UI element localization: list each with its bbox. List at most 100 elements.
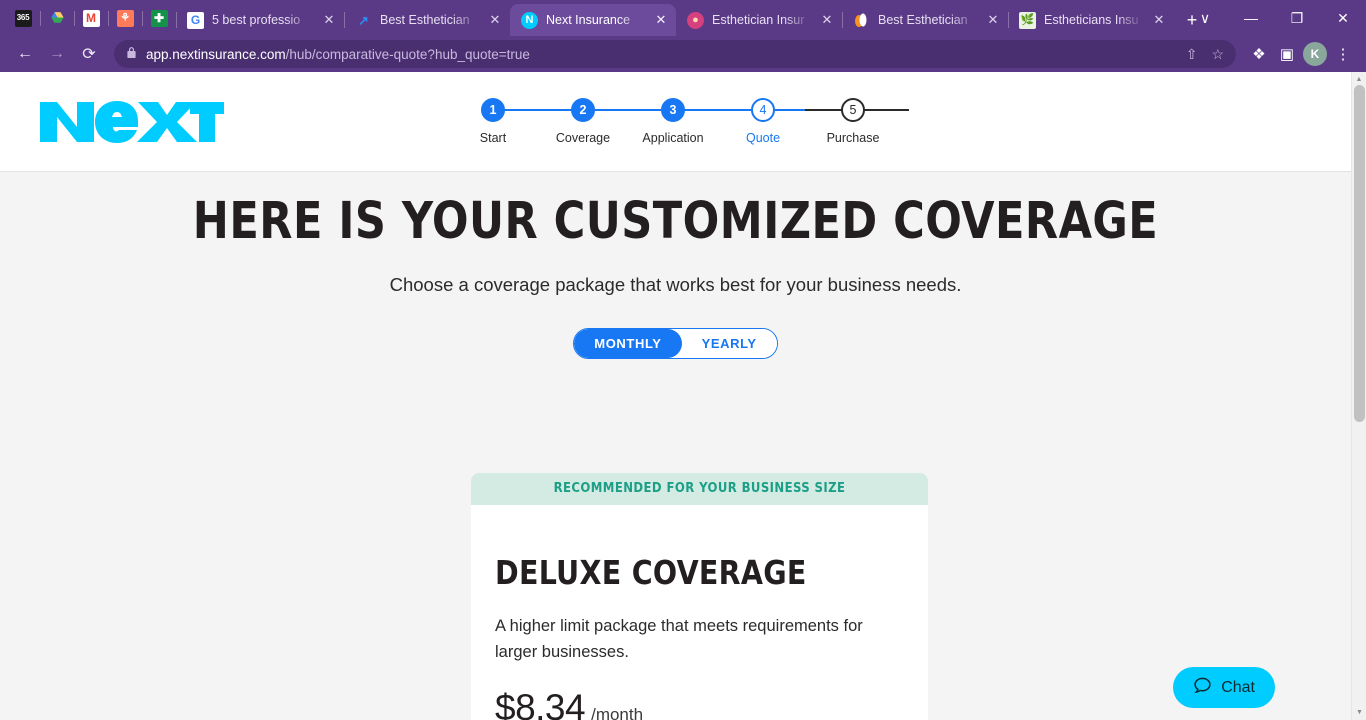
forward-button[interactable]: → — [42, 39, 72, 69]
browser-toolbar: ← → ⟳ app.nextinsurance.com/hub/comparat… — [0, 36, 1366, 72]
tab-title: Esthetician Insur — [712, 13, 805, 27]
hero-section: Here is your customized coverage Choose … — [0, 172, 1351, 296]
tab-best-esthetician-2[interactable]: Best Esthetician ✕ — [842, 4, 1008, 36]
google-drive-icon — [49, 10, 66, 27]
tab-esthetician-insurance[interactable]: ● Esthetician Insur ✕ — [676, 4, 842, 36]
pinned-tab-green-app[interactable]: ✚ — [142, 3, 176, 33]
billing-period-toggle[interactable]: MONTHLY YEARLY — [573, 328, 778, 360]
plan-card-body: Deluxe Coverage A higher limit package t… — [471, 505, 928, 720]
progress-stepper: 1 Start 2 Coverage 3 Application 4 Quote… — [448, 98, 909, 145]
profile-avatar[interactable]: K — [1302, 41, 1328, 67]
tab-search-icon[interactable]: ∨ — [1182, 0, 1228, 36]
page-scrollbar[interactable]: ▲ ▼ — [1351, 72, 1366, 720]
next-icon: N — [521, 11, 538, 29]
minimize-button[interactable]: — — [1228, 0, 1274, 36]
green-app-icon: ✚ — [150, 9, 168, 27]
tab-title: 5 best professio — [212, 13, 301, 27]
tab-strip: 365 M ⚘ ✚ G 5 best professio ✕ ↗ Best Es… — [0, 0, 1366, 36]
step-bubble: 3 — [661, 98, 685, 122]
recommended-badge: Recommended for your business size — [471, 473, 928, 505]
hubspot-icon: ⚘ — [116, 9, 134, 27]
browser-menu-icon[interactable]: ⋮ — [1330, 41, 1356, 67]
tab-title: Best Esthetician — [380, 13, 470, 27]
stepper-step-quote[interactable]: 4 Quote — [718, 98, 808, 145]
tab-close-icon[interactable]: ✕ — [654, 12, 668, 28]
tab-title: Estheticians Insu — [1044, 13, 1139, 27]
share-icon[interactable]: ⇧ — [1186, 46, 1198, 63]
pinned-tab-office-365[interactable]: 365 — [6, 3, 40, 33]
step-bubble: 2 — [571, 98, 595, 122]
gmail-icon: M — [82, 9, 100, 27]
plan-card-deluxe: Recommended for your business size Delux… — [471, 473, 928, 720]
pinned-tab-gmail[interactable]: M — [74, 3, 108, 33]
plan-title: Deluxe Coverage — [495, 553, 807, 592]
url-path: /hub/comparative-quote?hub_quote=true — [285, 46, 530, 62]
step-label: Quote — [745, 131, 781, 145]
toggle-option-monthly[interactable]: MONTHLY — [574, 329, 682, 359]
step-bubble: 1 — [481, 98, 505, 122]
pink-face-icon: ● — [687, 11, 704, 29]
next-logo[interactable] — [38, 96, 224, 148]
pinned-tab-hubspot[interactable]: ⚘ — [108, 3, 142, 33]
bookmark-star-icon[interactable]: ☆ — [1211, 46, 1224, 63]
tab-close-icon[interactable]: ✕ — [322, 12, 336, 28]
chat-bubble-icon — [1193, 676, 1212, 700]
chat-label: Chat — [1221, 678, 1255, 696]
orange-drop-icon — [853, 12, 870, 29]
stepper-step-purchase[interactable]: 5 Purchase — [808, 98, 898, 145]
url-text: app.nextinsurance.com/hub/comparative-qu… — [146, 47, 530, 62]
step-label: Application — [642, 131, 704, 145]
step-label: Purchase — [826, 131, 880, 145]
pinned-tabs: 365 M ⚘ ✚ — [0, 0, 176, 36]
tab-next-insurance[interactable]: N Next Insurance ✕ — [510, 4, 676, 36]
url-host: app.nextinsurance.com — [146, 46, 286, 62]
tab-5-best-professional[interactable]: G 5 best professio ✕ — [176, 4, 344, 36]
google-icon: G — [187, 11, 204, 29]
step-bubble: 5 — [841, 98, 865, 122]
address-bar[interactable]: app.nextinsurance.com/hub/comparative-qu… — [114, 40, 1236, 68]
avatar-initial: K — [1303, 42, 1327, 66]
page-title: Here is your customized coverage — [192, 192, 1159, 251]
page-subtitle: Choose a coverage package that works bes… — [389, 274, 962, 296]
plan-price-row: $8.34 /month — [495, 687, 904, 720]
omnibox-actions: ⇧ ☆ — [1186, 46, 1224, 63]
back-button[interactable]: ← — [10, 39, 40, 69]
extensions-icon[interactable]: ❖ — [1246, 41, 1272, 67]
stepper-steps: 1 Start 2 Coverage 3 Application 4 Quote… — [448, 98, 909, 145]
billing-toggle-wrap: MONTHLY YEARLY — [0, 328, 1351, 360]
blue-chart-icon: ↗ — [358, 12, 369, 28]
page-viewport: 1 Start 2 Coverage 3 Application 4 Quote… — [0, 72, 1366, 720]
close-window-button[interactable]: ✕ — [1320, 0, 1366, 36]
tab-best-esthetician-1[interactable]: ↗ Best Esthetician ✕ — [344, 4, 510, 36]
lock-icon — [126, 46, 137, 62]
tab-estheticians-insurance[interactable]: 🌿 Estheticians Insu ✕ — [1008, 4, 1174, 36]
tab-title: Next Insurance — [546, 13, 631, 27]
scrollbar-thumb[interactable] — [1354, 85, 1365, 422]
toggle-option-yearly[interactable]: YEARLY — [681, 329, 777, 359]
chat-widget-button[interactable]: Chat — [1173, 667, 1275, 708]
reload-button[interactable]: ⟳ — [74, 39, 104, 69]
page-content: 1 Start 2 Coverage 3 Application 4 Quote… — [0, 72, 1351, 720]
tab-close-icon[interactable]: ✕ — [986, 12, 1000, 28]
step-bubble: 4 — [751, 98, 775, 122]
site-header: 1 Start 2 Coverage 3 Application 4 Quote… — [0, 72, 1351, 172]
pinned-tab-google-drive[interactable] — [40, 3, 74, 33]
plan-price-period: /month — [591, 705, 644, 720]
step-label: Coverage — [555, 131, 611, 145]
stepper-step-application[interactable]: 3 Application — [628, 98, 718, 145]
tab-close-icon[interactable]: ✕ — [1152, 12, 1166, 28]
stepper-step-start[interactable]: 1 Start — [448, 98, 538, 145]
leaf-icon: 🌿 — [1019, 11, 1036, 29]
stepper-step-coverage[interactable]: 2 Coverage — [538, 98, 628, 145]
scroll-down-arrow[interactable]: ▼ — [1352, 705, 1366, 720]
browser-window: 365 M ⚘ ✚ G 5 best professio ✕ ↗ Best Es… — [0, 0, 1366, 720]
maximize-button[interactable]: ❐ — [1274, 0, 1320, 36]
tab-title: Best Esthetician — [878, 13, 968, 27]
plan-price: $8.34 — [495, 687, 586, 720]
tab-close-icon[interactable]: ✕ — [820, 12, 834, 28]
side-panel-icon[interactable]: ▣ — [1274, 41, 1300, 67]
office-365-icon: 365 — [14, 9, 32, 27]
window-controls: ∨ — ❐ ✕ — [1182, 0, 1366, 36]
tab-close-icon[interactable]: ✕ — [488, 12, 502, 28]
plan-description: A higher limit package that meets requir… — [495, 617, 863, 661]
